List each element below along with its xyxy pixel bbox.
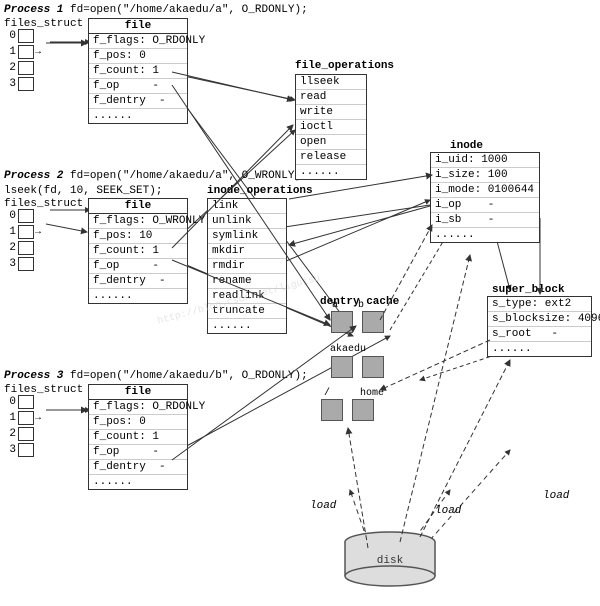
dentry-row1: a b xyxy=(330,310,385,338)
dentry-a-label: a xyxy=(332,300,338,311)
process1-label: Process 1 fd=open("/home/akaedu/a", O_RD… xyxy=(4,4,308,16)
process1-files-struct: 0 1→ 2 3 xyxy=(4,28,41,92)
dentry-b-label: b xyxy=(358,300,364,311)
dentry-row2 xyxy=(330,355,385,383)
process3-label: Process 3 fd=open("/home/akaedu/b", O_RD… xyxy=(4,370,308,382)
process3-file-box: file f_flags: O_RDONLY f_pos: 0 f_count:… xyxy=(88,384,188,490)
process3-files-struct: 0 1→ 2 3 xyxy=(4,394,41,458)
process2-file-box: file f_flags: O_WRONLY f_pos: 10 f_count… xyxy=(88,198,188,304)
super-block-label: super_block xyxy=(492,284,565,296)
load-label-1: load xyxy=(310,500,336,512)
diagram: Process 1 fd=open("/home/akaedu/a", O_RD… xyxy=(0,0,600,606)
load-label-2: load xyxy=(435,505,461,517)
inode-operations-label: inode_operations xyxy=(207,185,313,197)
inode-box: i_uid: 1000 i_size: 100 i_mode: 0100644 … xyxy=(430,152,540,243)
svg-text:disk: disk xyxy=(377,555,404,567)
file-operations-label: file_operations xyxy=(295,60,394,72)
load-label-3: load xyxy=(543,490,569,502)
inode-label: inode xyxy=(450,140,483,152)
process2-files-struct: 0 1→ 2 3 xyxy=(4,208,41,272)
process1-file-box: file f_flags: O_RDONLY f_pos: 0 f_count:… xyxy=(88,18,188,124)
disk-shape: disk xyxy=(340,530,440,590)
dentry-akaedu-label: akaedu xyxy=(330,344,366,355)
process2-call2: lseek(fd, 10, SEEK_SET); xyxy=(4,185,162,197)
inode-operations-box: link unlink symlink mkdir rmdir rename r… xyxy=(207,198,287,334)
dentry-row3 xyxy=(320,398,375,426)
process2-label: Process 2 fd=open("/home/akaedu/a", O_WR… xyxy=(4,170,308,182)
file-operations-box: llseek read write ioctl open release ...… xyxy=(295,74,367,180)
super-block-box: s_type: ext2 s_blocksize: 4096 s_root - … xyxy=(487,296,592,357)
